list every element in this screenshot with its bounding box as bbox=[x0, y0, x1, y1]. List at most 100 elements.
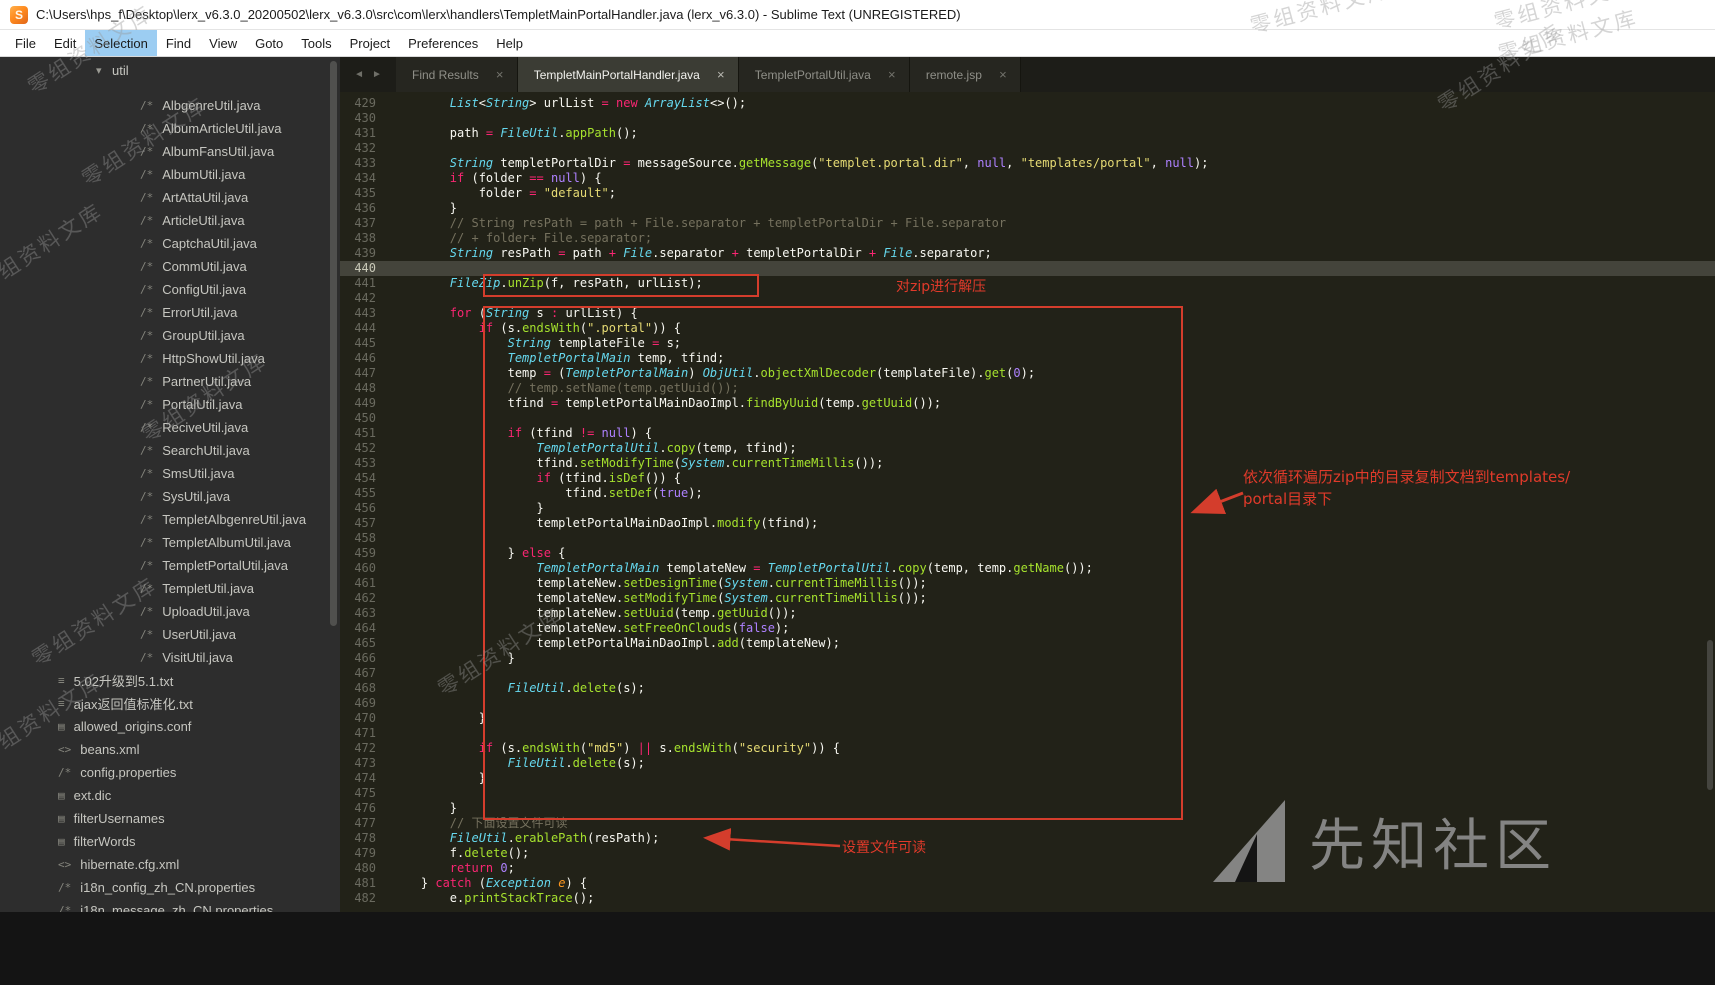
sidebar-item-CommUtil.java[interactable]: /* CommUtil.java bbox=[0, 255, 340, 278]
sidebar-item-AlbumFansUtil.java[interactable]: /* AlbumFansUtil.java bbox=[0, 140, 340, 163]
code-line[interactable]: 472 if (s.endsWith("md5") || s.endsWith(… bbox=[340, 741, 1715, 756]
code-line[interactable]: 451 if (tfind != null) { bbox=[340, 426, 1715, 441]
tab-remote.jsp[interactable]: remote.jsp × bbox=[909, 57, 1021, 92]
sidebar-item-VisitUtil.java[interactable]: /* VisitUtil.java bbox=[0, 646, 340, 669]
code-line[interactable]: 481 } catch (Exception e) { bbox=[340, 876, 1715, 891]
sidebar-item-filterUsernames[interactable]: ▤ filterUsernames bbox=[0, 807, 340, 830]
code-line[interactable]: 465 templetPortalMainDaoImpl.add(templat… bbox=[340, 636, 1715, 651]
code-line[interactable]: 450 bbox=[340, 411, 1715, 426]
sidebar-item-PartnerUtil.java[interactable]: /* PartnerUtil.java bbox=[0, 370, 340, 393]
sidebar-item-AlbumArticleUtil.java[interactable]: /* AlbumArticleUtil.java bbox=[0, 117, 340, 140]
code-line[interactable]: 462 templateNew.setModifyTime(System.cur… bbox=[340, 591, 1715, 606]
sidebar-item-TempletPortalUtil.java[interactable]: /* TempletPortalUtil.java bbox=[0, 554, 340, 577]
code-line[interactable]: 435 folder = "default"; bbox=[340, 186, 1715, 201]
code-line[interactable]: 455 tfind.setDef(true); bbox=[340, 486, 1715, 501]
sidebar-item-CaptchaUtil.java[interactable]: /* CaptchaUtil.java bbox=[0, 232, 340, 255]
sidebar-item-config.properties[interactable]: /* config.properties bbox=[0, 761, 340, 784]
tab-Find Results[interactable]: Find Results × bbox=[396, 57, 518, 92]
editor[interactable]: 429 List<String> urlList = new ArrayList… bbox=[340, 92, 1715, 912]
sidebar-item-TempletUtil.java[interactable]: /* TempletUtil.java bbox=[0, 577, 340, 600]
sidebar-item-AlbgenreUtil.java[interactable]: /* AlbgenreUtil.java bbox=[0, 94, 340, 117]
sidebar-item-SearchUtil.java[interactable]: /* SearchUtil.java bbox=[0, 439, 340, 462]
sidebar-item-i18n_message_zh_CN.properties[interactable]: /* i18n_message_zh_CN.properties bbox=[0, 899, 340, 912]
sidebar-item-i18n_config_zh_CN.properties[interactable]: /* i18n_config_zh_CN.properties bbox=[0, 876, 340, 899]
sidebar-item-TempletAlbumUtil.java[interactable]: /* TempletAlbumUtil.java bbox=[0, 531, 340, 554]
folder-expand-icon[interactable]: ▾ bbox=[96, 64, 112, 77]
tab-close-icon[interactable]: × bbox=[885, 67, 899, 82]
sidebar-item-ErrorUtil.java[interactable]: /* ErrorUtil.java bbox=[0, 301, 340, 324]
code-line[interactable]: 443 for (String s : urlList) { bbox=[340, 306, 1715, 321]
sidebar-item-ext.dic[interactable]: ▤ ext.dic bbox=[0, 784, 340, 807]
sidebar-item-AlbumUtil.java[interactable]: /* AlbumUtil.java bbox=[0, 163, 340, 186]
code-line[interactable]: 474 } bbox=[340, 771, 1715, 786]
code-line[interactable]: 437 // String resPath = path + File.sepa… bbox=[340, 216, 1715, 231]
code-line[interactable]: 459 } else { bbox=[340, 546, 1715, 561]
tab-close-icon[interactable]: × bbox=[996, 67, 1010, 82]
sidebar-item-beans.xml[interactable]: <> beans.xml bbox=[0, 738, 340, 761]
code-line[interactable]: 445 String templateFile = s; bbox=[340, 336, 1715, 351]
tab-close-icon[interactable]: × bbox=[714, 67, 728, 82]
sidebar-item-PortalUtil.java[interactable]: /* PortalUtil.java bbox=[0, 393, 340, 416]
code-line[interactable]: 480 return 0; bbox=[340, 861, 1715, 876]
sidebar-item-allowed_origins.conf[interactable]: ▤ allowed_origins.conf bbox=[0, 715, 340, 738]
menu-item-help[interactable]: Help bbox=[487, 30, 532, 56]
code-line[interactable]: 436 } bbox=[340, 201, 1715, 216]
menu-item-preferences[interactable]: Preferences bbox=[399, 30, 487, 56]
code-line[interactable]: 475 bbox=[340, 786, 1715, 801]
menu-item-file[interactable]: File bbox=[6, 30, 45, 56]
code-line[interactable]: 469 bbox=[340, 696, 1715, 711]
code-line[interactable]: 448 // temp.setName(temp.getUuid()); bbox=[340, 381, 1715, 396]
code-line[interactable]: 463 templateNew.setUuid(temp.getUuid()); bbox=[340, 606, 1715, 621]
code-line[interactable]: 434 if (folder == null) { bbox=[340, 171, 1715, 186]
code-line[interactable]: 444 if (s.endsWith(".portal")) { bbox=[340, 321, 1715, 336]
sidebar-item-HttpShowUtil.java[interactable]: /* HttpShowUtil.java bbox=[0, 347, 340, 370]
sidebar-item-ArticleUtil.java[interactable]: /* ArticleUtil.java bbox=[0, 209, 340, 232]
tab-close-icon[interactable]: × bbox=[493, 67, 507, 82]
sidebar-item-UploadUtil.java[interactable]: /* UploadUtil.java bbox=[0, 600, 340, 623]
back-arrow-icon[interactable]: ◄ bbox=[354, 69, 364, 80]
sidebar-item-UserUtil.java[interactable]: /* UserUtil.java bbox=[0, 623, 340, 646]
menu-item-tools[interactable]: Tools bbox=[292, 30, 340, 56]
menu-item-project[interactable]: Project bbox=[341, 30, 399, 56]
code-line[interactable]: 457 templetPortalMainDaoImpl.modify(tfin… bbox=[340, 516, 1715, 531]
code-line[interactable]: 466 } bbox=[340, 651, 1715, 666]
editor-scrollbar[interactable] bbox=[1707, 640, 1713, 790]
sidebar-item-SmsUtil.java[interactable]: /* SmsUtil.java bbox=[0, 462, 340, 485]
sidebar-item-5.02升级到5.1.txt[interactable]: ≡ 5.02升级到5.1.txt bbox=[0, 669, 340, 692]
code-line[interactable]: 473 FileUtil.delete(s); bbox=[340, 756, 1715, 771]
code-line[interactable]: 460 TempletPortalMain templateNew = Temp… bbox=[340, 561, 1715, 576]
code-line[interactable]: 447 temp = (TempletPortalMain) ObjUtil.o… bbox=[340, 366, 1715, 381]
code-line[interactable]: 429 List<String> urlList = new ArrayList… bbox=[340, 96, 1715, 111]
sidebar-folder-util[interactable]: ▾ util bbox=[0, 59, 340, 82]
sidebar-item-GroupUtil.java[interactable]: /* GroupUtil.java bbox=[0, 324, 340, 347]
menu-item-goto[interactable]: Goto bbox=[246, 30, 292, 56]
code-line[interactable]: 458 bbox=[340, 531, 1715, 546]
code-line[interactable]: 440 bbox=[340, 261, 1715, 276]
code-line[interactable]: 461 templateNew.setDesignTime(System.cur… bbox=[340, 576, 1715, 591]
code-line[interactable]: 453 tfind.setModifyTime(System.currentTi… bbox=[340, 456, 1715, 471]
code-line[interactable]: 479 f.delete(); bbox=[340, 846, 1715, 861]
tab-TempletPortalUtil.java[interactable]: TempletPortalUtil.java × bbox=[738, 57, 910, 92]
sidebar-item-hibernate.cfg.xml[interactable]: <> hibernate.cfg.xml bbox=[0, 853, 340, 876]
code-line[interactable]: 467 bbox=[340, 666, 1715, 681]
code-line[interactable]: 432 bbox=[340, 141, 1715, 156]
code-line[interactable]: 439 String resPath = path + File.separat… bbox=[340, 246, 1715, 261]
sidebar-item-ConfigUtil.java[interactable]: /* ConfigUtil.java bbox=[0, 278, 340, 301]
code-line[interactable]: 446 TempletPortalMain temp, tfind; bbox=[340, 351, 1715, 366]
code-line[interactable]: 470 } bbox=[340, 711, 1715, 726]
sidebar-item-TempletAlbgenreUtil.java[interactable]: /* TempletAlbgenreUtil.java bbox=[0, 508, 340, 531]
code-line[interactable]: 478 FileUtil.erablePath(resPath); bbox=[340, 831, 1715, 846]
code-line[interactable]: 452 TempletPortalUtil.copy(temp, tfind); bbox=[340, 441, 1715, 456]
code-line[interactable]: 438 // + folder+ File.separator; bbox=[340, 231, 1715, 246]
code-line[interactable]: 441 FileZip.unZip(f, resPath, urlList); bbox=[340, 276, 1715, 291]
sidebar-item-ajax返回值标准化.txt[interactable]: ≡ ajax返回值标准化.txt bbox=[0, 692, 340, 715]
code-line[interactable]: 456 } bbox=[340, 501, 1715, 516]
code-line[interactable]: 431 path = FileUtil.appPath(); bbox=[340, 126, 1715, 141]
code-line[interactable]: 442 bbox=[340, 291, 1715, 306]
code-line[interactable]: 449 tfind = templetPortalMainDaoImpl.fin… bbox=[340, 396, 1715, 411]
sidebar-item-filterWords[interactable]: ▤ filterWords bbox=[0, 830, 340, 853]
code-line[interactable]: 468 FileUtil.delete(s); bbox=[340, 681, 1715, 696]
sidebar-item-SysUtil.java[interactable]: /* SysUtil.java bbox=[0, 485, 340, 508]
code-line[interactable]: 471 bbox=[340, 726, 1715, 741]
code-line[interactable]: 433 String templetPortalDir = messageSou… bbox=[340, 156, 1715, 171]
